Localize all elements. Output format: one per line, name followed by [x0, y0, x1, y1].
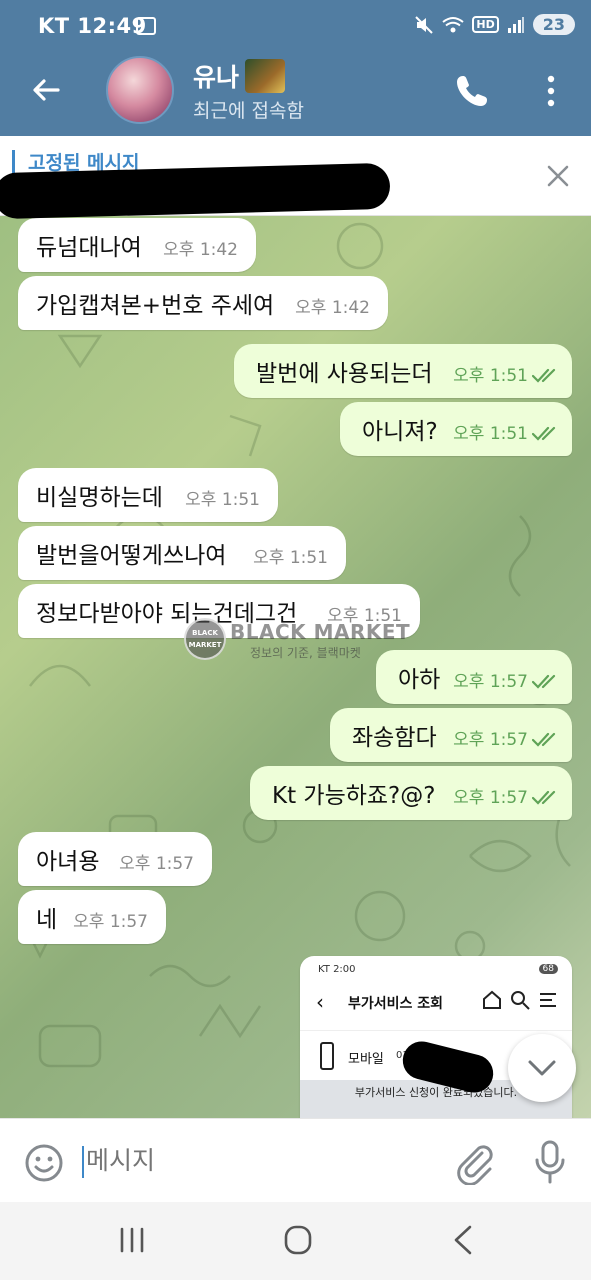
message-text: Kt 가능하죠?@? [272, 783, 436, 809]
avatar[interactable] [106, 56, 174, 124]
double-check-icon [532, 674, 556, 689]
message-bubble-incoming[interactable]: 비실명하는데 오후 1:51 [18, 468, 278, 522]
message-time: 오후 1:57 [119, 854, 194, 874]
microphone-icon[interactable] [532, 1139, 568, 1185]
card-status-time: KT 2:00 [318, 964, 356, 975]
battery-indicator: 23 [532, 14, 575, 35]
search-icon [511, 991, 530, 1010]
message-composer [0, 1118, 591, 1202]
card-back-icon: ‹ [316, 990, 324, 1014]
message-text: 좌송함다 [352, 725, 437, 751]
status-bar: KT 12:49 HD 23 [0, 0, 591, 52]
message-text: 가입캡쳐본+번호 주세여 [36, 293, 275, 319]
top-bar: KT 12:49 HD 23 유나 최근에 접속함 [0, 0, 591, 136]
hd-voice-badge: HD [472, 16, 499, 33]
message-time: 오후 1:57 [453, 730, 528, 750]
close-icon[interactable] [544, 162, 572, 190]
menu-icon [540, 993, 556, 1007]
phone-icon[interactable] [455, 72, 491, 108]
message-bubble-incoming[interactable]: 발번을어떻게쓰나여 오후 1:51 [18, 526, 346, 580]
message-bubble-outgoing[interactable]: 좌송함다 오후 1:57 [330, 708, 572, 762]
message-text: 아니져? [362, 419, 438, 445]
recent-apps-icon[interactable] [112, 1222, 152, 1258]
card-divider [300, 1030, 572, 1031]
card-header: ‹ 부가서비스 조회 [300, 986, 572, 1020]
watermark-logo: BLACK MARKET [184, 618, 226, 660]
back-button-icon[interactable] [444, 1222, 484, 1258]
double-check-icon [532, 426, 556, 441]
more-vertical-icon[interactable] [540, 74, 562, 108]
mute-icon [415, 15, 434, 34]
status-right: HD 23 [414, 14, 575, 35]
chat-header: 유나 최근에 접속함 [0, 52, 591, 136]
watermark-subtitle: 정보의 기준, 블랙마켓 [250, 646, 361, 660]
card-battery: 68 [538, 964, 558, 974]
message-text: 발번을어떻게쓰나여 [36, 543, 227, 569]
message-text: 비실명하는데 [36, 485, 163, 511]
wifi-icon [442, 16, 465, 32]
contact-info[interactable]: 유나 최근에 접속함 [193, 58, 304, 123]
system-navigation-bar [0, 1202, 591, 1280]
arrow-left-icon[interactable] [28, 72, 64, 108]
signal-icon [507, 16, 524, 33]
card-item-label: 모바일 [348, 1052, 384, 1067]
message-time: 오후 1:51 [185, 490, 260, 510]
chevron-down-icon [528, 1060, 556, 1076]
message-time: 오후 1:51 [253, 548, 328, 568]
screen-record-icon [136, 17, 156, 35]
message-text: 듀넘대나여 [36, 235, 142, 261]
watermark: BLACK MARKET BLACK MARKET 정보의 기준, 블랙마켓 [184, 618, 414, 668]
mobile-device-icon [320, 1042, 334, 1070]
home-button-icon[interactable] [278, 1222, 318, 1258]
message-time: 오후 1:51 [453, 424, 528, 444]
message-bubble-incoming[interactable]: 네 오후 1:57 [18, 890, 166, 944]
chat-area[interactable]: 듀넘대나여 오후 1:42 가입캡쳐본+번호 주세여 오후 1:42 발번에 사… [0, 216, 591, 1118]
text-caret [82, 1146, 84, 1178]
message-bubble-incoming[interactable]: 가입캡쳐본+번호 주세여 오후 1:42 [18, 276, 388, 330]
paperclip-icon[interactable] [454, 1141, 494, 1185]
home-icon [483, 990, 501, 1009]
message-bubble-outgoing[interactable]: 발번에 사용되는더 오후 1:51 [234, 344, 572, 398]
card-title: 부가서비스 조회 [348, 996, 444, 1012]
message-time: 오후 1:42 [163, 240, 238, 260]
double-check-icon [532, 732, 556, 747]
contact-name: 유나 [193, 63, 240, 92]
message-time: 오후 1:57 [73, 912, 148, 932]
watermark-title: BLACK MARKET [230, 620, 411, 644]
message-time: 오후 1:57 [453, 672, 528, 692]
emoji-icon[interactable] [24, 1143, 64, 1183]
message-time: 오후 1:57 [453, 788, 528, 808]
contact-title: 유나 [193, 58, 304, 94]
message-bubble-incoming[interactable]: 듀넘대나여 오후 1:42 [18, 218, 256, 272]
message-time: 오후 1:42 [295, 298, 370, 318]
double-check-icon [532, 368, 556, 383]
last-seen: 최근에 접속함 [193, 100, 304, 122]
scroll-down-button[interactable] [508, 1034, 576, 1102]
card-icons [482, 990, 558, 1010]
message-bubble-outgoing[interactable]: Kt 가능하죠?@? 오후 1:57 [250, 766, 572, 820]
message-bubble-outgoing[interactable]: 아니져? 오후 1:51 [340, 402, 572, 456]
emoji-status-image [245, 59, 286, 93]
message-text: 아녀용 [36, 849, 100, 875]
message-time: 오후 1:51 [453, 366, 528, 386]
status-left: KT 12:49 [38, 14, 147, 38]
message-text: 발번에 사용되는더 [256, 361, 433, 387]
carrier-label: KT [38, 14, 70, 38]
message-text: 네 [36, 907, 58, 933]
message-bubble-incoming[interactable]: 아녀용 오후 1:57 [18, 832, 212, 886]
message-input[interactable] [86, 1141, 426, 1181]
double-check-icon [532, 790, 556, 805]
